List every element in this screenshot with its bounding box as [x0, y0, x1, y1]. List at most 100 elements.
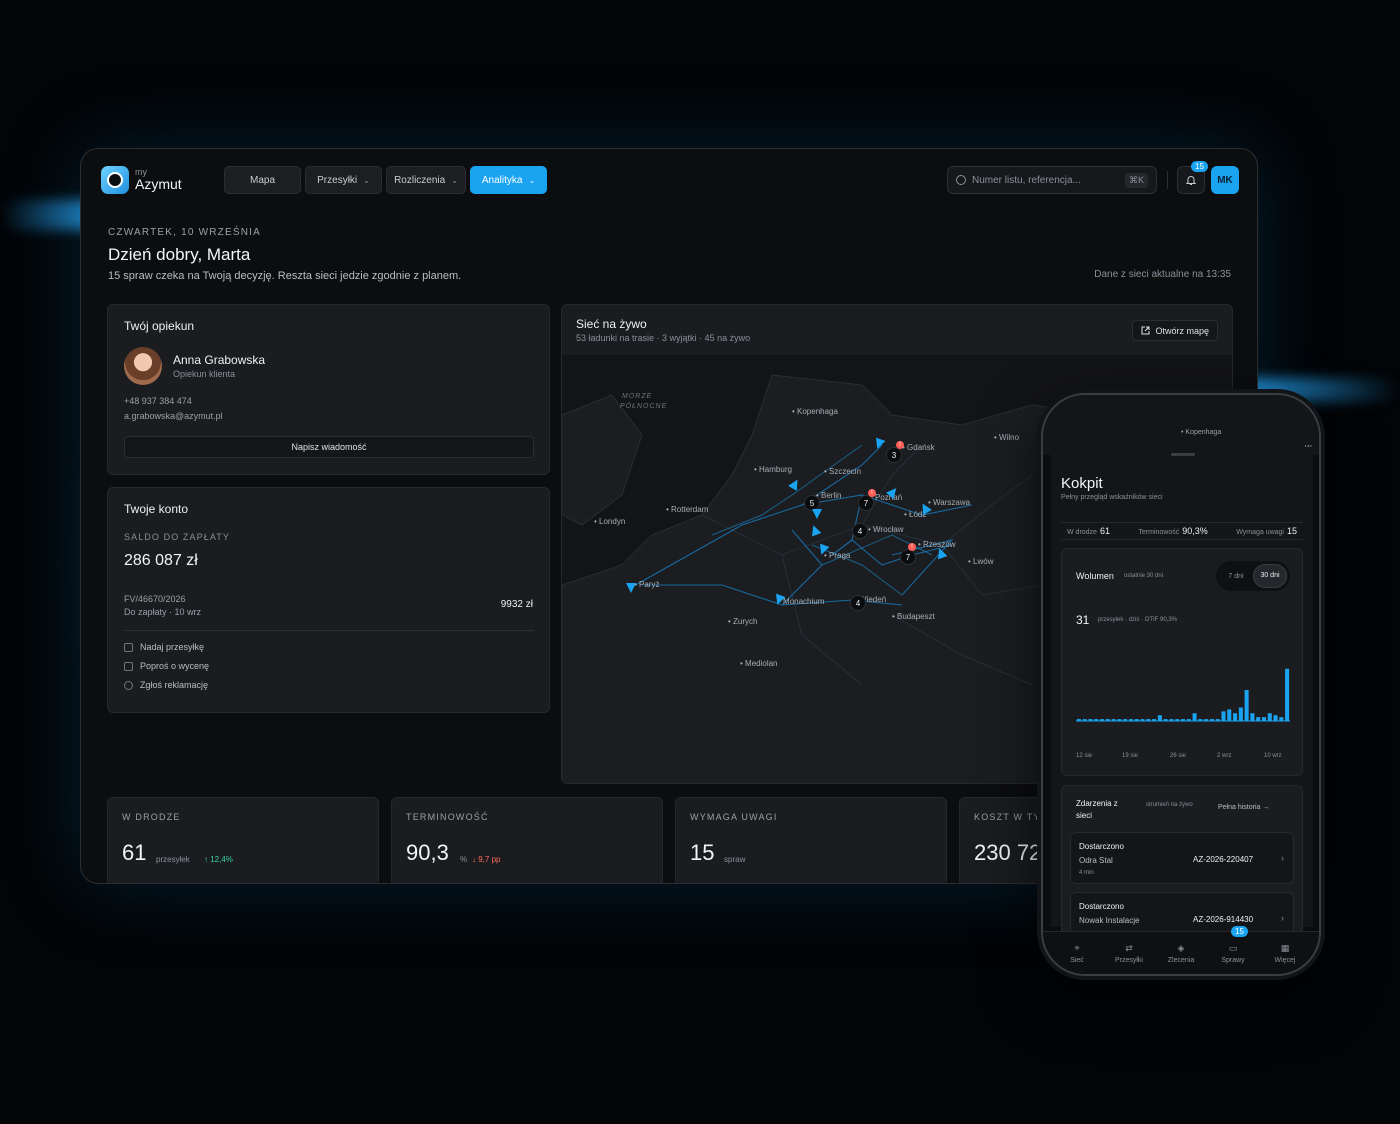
full-history-link[interactable]: Pełna historia →	[1218, 804, 1269, 811]
kpi-label: WYMAGA UWAGI	[690, 812, 778, 822]
shipment-cluster[interactable]: 3	[886, 447, 902, 463]
volume-bar[interactable]	[1267, 713, 1272, 721]
volume-bar[interactable]	[1100, 719, 1105, 721]
tab-zlecenia[interactable]: ◈ Zlecenia	[1161, 943, 1201, 964]
volume-bar[interactable]	[1146, 719, 1151, 721]
volume-bar[interactable]	[1256, 717, 1261, 721]
search-placeholder: Numer listu, referencja...	[972, 174, 1081, 186]
user-avatar[interactable]: MK	[1211, 166, 1239, 194]
shipment-cluster[interactable]: 4	[850, 595, 866, 611]
volume-bar[interactable]	[1244, 690, 1249, 721]
kpi-unit: spraw	[724, 855, 746, 864]
volume-bar[interactable]	[1140, 719, 1145, 721]
volume-bar[interactable]	[1076, 719, 1081, 721]
guardian-email[interactable]: a.grabowska@azymut.pl	[124, 411, 223, 421]
mobile-stats: W drodze 61 Terminowość 90,3% Wymaga uwagi…	[1061, 522, 1303, 540]
x-tick-label: 26 sie	[1170, 753, 1187, 759]
volume-bar[interactable]	[1285, 668, 1290, 721]
tab-wiecej[interactable]: ▦ Więcej	[1265, 943, 1305, 964]
volume-title: Wolumen	[1076, 571, 1114, 581]
volume-bar[interactable]	[1175, 719, 1180, 721]
volume-bar[interactable]	[1082, 719, 1087, 721]
volume-bar[interactable]	[1134, 719, 1139, 721]
truck-icon: ⇄	[1125, 943, 1133, 953]
volume-bar[interactable]	[1163, 719, 1168, 721]
alert-marker[interactable]: !	[896, 441, 904, 449]
city-label: • Hamburg	[754, 465, 792, 474]
city-label: • Rotterdam	[666, 505, 709, 514]
tab-label: Przesyłki	[1114, 957, 1143, 964]
action-send-shipment[interactable]: Nadaj przesyłkę	[124, 642, 204, 652]
search-input[interactable]: Numer listu, referencja... ⌘K	[947, 166, 1157, 194]
divider	[124, 630, 534, 631]
city-label: • Monachium	[778, 597, 825, 606]
volume-bar[interactable]	[1215, 719, 1220, 721]
volume-bar[interactable]	[1209, 719, 1214, 721]
volume-bar[interactable]	[1157, 715, 1162, 721]
event-item[interactable]: Dostarczono Odra Stal 4 min AZ-2026-2204…	[1070, 832, 1294, 884]
mobile-phone: • Kopenhaga W Kokpit Pełny przegląd wska…	[1041, 393, 1321, 976]
kpi-needs-attention[interactable]: WYMAGA UWAGI 15 spraw	[675, 797, 947, 883]
volume-bar[interactable]	[1279, 717, 1284, 721]
kpi-in-transit[interactable]: W DRODZE 61 przesyłek ↑ 12,4%	[107, 797, 379, 883]
volume-bar[interactable]	[1250, 713, 1255, 721]
kpi-delta: ↑ 12,4%	[204, 855, 233, 864]
toggle-30-days[interactable]: 30 dni	[1253, 564, 1287, 588]
action-complaint[interactable]: Zgłoś reklamację	[124, 680, 208, 690]
vehicle-arrow-icon[interactable]	[812, 509, 822, 519]
chevron-right-icon: ›	[1281, 853, 1284, 863]
map-title: Sieć na żywo	[576, 317, 647, 331]
alert-marker[interactable]: !	[868, 489, 876, 497]
volume-bar[interactable]	[1192, 713, 1197, 721]
write-message-button[interactable]: Napisz wiadomość	[124, 436, 534, 458]
nav-analityka[interactable]: Analityka ⌄	[470, 166, 547, 194]
kpi-on-time[interactable]: TERMINOWOŚĆ 90,3 % ↓ 9,7 pp	[391, 797, 663, 883]
volume-bar[interactable]	[1111, 719, 1116, 721]
volume-bar[interactable]	[1221, 711, 1226, 721]
volume-bar[interactable]	[1088, 719, 1093, 721]
invoice-due: Do zapłaty · 10 wrz	[124, 607, 202, 617]
volume-bar[interactable]	[1261, 717, 1266, 721]
volume-bar[interactable]	[1233, 713, 1238, 721]
nav-mapa[interactable]: Mapa	[224, 166, 301, 194]
city-label: • Warszawa	[928, 498, 971, 507]
guardian-avatar	[124, 347, 162, 385]
volume-bar[interactable]	[1117, 719, 1122, 721]
azymut-logo-icon[interactable]	[101, 166, 129, 194]
volume-bar[interactable]	[1094, 719, 1099, 721]
volume-bar[interactable]	[1273, 715, 1278, 721]
volume-bar[interactable]	[1123, 719, 1128, 721]
shipment-cluster[interactable]: 7	[900, 549, 916, 565]
volume-bar[interactable]	[1238, 707, 1243, 721]
volume-bar[interactable]	[1105, 719, 1110, 721]
shipment-cluster[interactable]: 4	[852, 523, 868, 539]
tab-siec[interactable]: ⌖ Sieć	[1057, 943, 1097, 964]
shipment-cluster[interactable]: 7	[858, 495, 874, 511]
tab-sprawy[interactable]: ▭ Sprawy	[1213, 943, 1253, 964]
action-request-quote[interactable]: Poproś o wycenę	[124, 661, 209, 671]
city-label: • Zurych	[728, 617, 758, 626]
nav-przesylki[interactable]: Przesyłki ⌄	[305, 166, 382, 194]
toggle-7-days[interactable]: 7 dni	[1219, 573, 1253, 580]
volume-bar[interactable]	[1180, 719, 1186, 721]
volume-bar[interactable]	[1227, 709, 1232, 721]
nav-label: Mapa	[249, 174, 275, 186]
invoice-number[interactable]: FV/46670/2026	[124, 594, 186, 604]
tab-przesylki[interactable]: ⇄ Przesyłki	[1109, 943, 1149, 964]
volume-bar[interactable]	[1169, 719, 1174, 721]
volume-bar[interactable]	[1152, 719, 1157, 721]
city-label: • Szczecin	[824, 467, 862, 476]
open-map-button[interactable]: Otwórz mapę	[1132, 320, 1218, 341]
period-toggle: 7 dni 30 dni	[1216, 561, 1290, 591]
volume-bar[interactable]	[1198, 719, 1203, 721]
volume-bar[interactable]	[1204, 719, 1209, 721]
volume-bar[interactable]	[1186, 719, 1191, 721]
nav-rozliczenia[interactable]: Rozliczenia ⌄	[386, 166, 466, 194]
vehicle-arrow-icon[interactable]	[626, 583, 636, 593]
guardian-phone[interactable]: +48 937 384 474	[124, 396, 192, 406]
action-label: Poproś o wycenę	[140, 661, 210, 671]
volume-bar[interactable]	[1128, 719, 1133, 721]
inbox-icon: ▭	[1228, 943, 1238, 953]
sheet-handle[interactable]	[1171, 453, 1195, 456]
alert-marker[interactable]: !	[908, 543, 916, 551]
